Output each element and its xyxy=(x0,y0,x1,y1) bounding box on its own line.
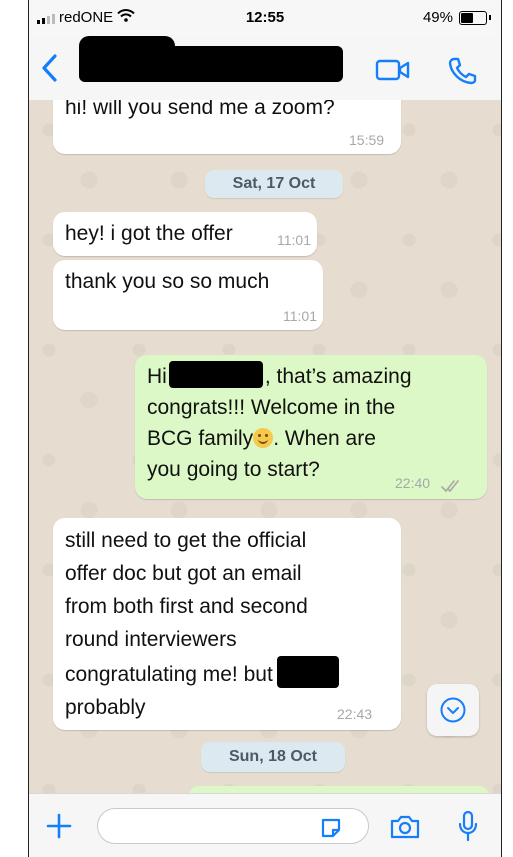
message-text: Hi, that’s amazing congrats!!! Welcome i… xyxy=(147,361,412,485)
message-time: 22:40 xyxy=(395,475,431,491)
redacted-name xyxy=(276,656,339,688)
date-separator: Sat, 17 Oct xyxy=(205,170,343,198)
back-chevron-icon[interactable] xyxy=(41,54,57,87)
message-time: 11:01 xyxy=(283,308,317,324)
phone-screen: redONE 12:55 49% hi! will you send me a … xyxy=(28,0,502,857)
message-text: hi! will you send me a zoom? xyxy=(65,100,335,119)
message-bubble-incoming[interactable]: hi! will you send me a zoom? 15:59 xyxy=(53,100,401,154)
message-text: hey! i got the offer xyxy=(65,222,233,245)
microphone-icon[interactable] xyxy=(457,810,479,847)
read-receipt-icon xyxy=(441,475,461,499)
redacted-name xyxy=(168,361,263,388)
chevron-down-circle-icon xyxy=(440,697,466,728)
message-bubble-outgoing[interactable]: Hi, that’s amazing congrats!!! Welcome i… xyxy=(135,355,487,499)
plus-icon[interactable] xyxy=(45,812,73,845)
video-camera-icon[interactable] xyxy=(375,58,411,87)
chat-area[interactable]: hi! will you send me a zoom? 15:59 Sat, … xyxy=(29,100,501,793)
camera-icon[interactable] xyxy=(389,814,421,845)
message-time: 15:59 xyxy=(349,132,385,148)
redacted-avatar xyxy=(79,36,175,82)
battery-info: 49% xyxy=(423,9,491,26)
message-bubble-incoming[interactable]: hey! i got the offer 11:01 xyxy=(53,212,317,256)
message-bubble-outgoing-partial xyxy=(189,786,489,793)
battery-percent: 49% xyxy=(422,9,453,26)
sticker-icon[interactable] xyxy=(319,816,343,845)
message-text: thank you so so much xyxy=(65,270,270,293)
smiling-face-emoji-icon xyxy=(253,428,274,448)
status-bar: redONE 12:55 49% xyxy=(29,0,501,36)
message-bubble-incoming[interactable]: still need to get the official offer doc… xyxy=(53,518,401,730)
message-bubble-incoming[interactable]: thank you so so much 11:01 xyxy=(53,260,323,330)
scroll-to-bottom-button[interactable] xyxy=(427,684,479,736)
message-time: 11:01 xyxy=(277,232,311,248)
date-separator: Sun, 18 Oct xyxy=(201,742,345,772)
chat-header xyxy=(29,36,501,101)
message-time: 22:43 xyxy=(337,706,373,722)
phone-icon[interactable] xyxy=(447,56,477,91)
message-text: still need to get the official offer doc… xyxy=(65,524,339,724)
battery-icon xyxy=(459,10,487,25)
message-input-bar xyxy=(29,793,501,857)
